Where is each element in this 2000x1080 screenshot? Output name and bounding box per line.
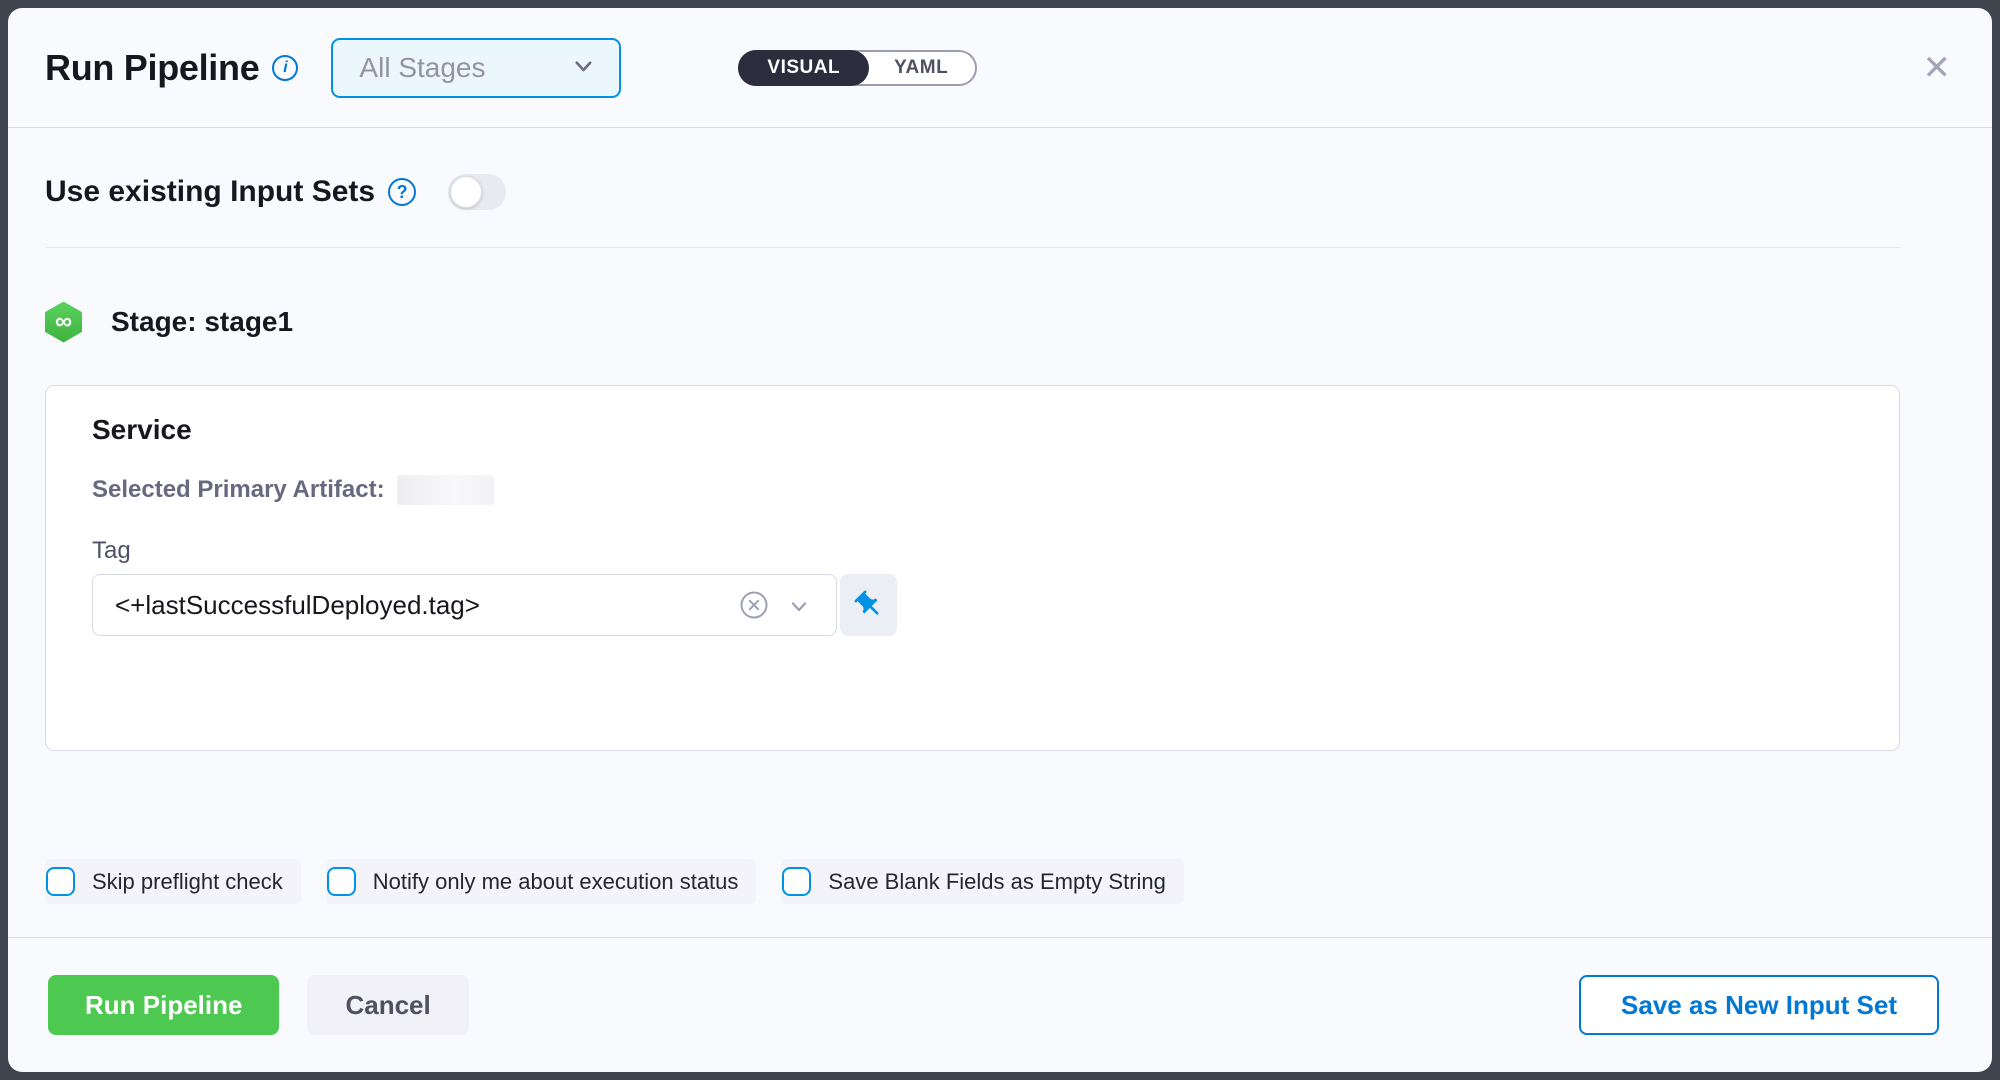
stage-selector-dropdown[interactable]: All Stages bbox=[331, 38, 621, 98]
info-icon[interactable]: i bbox=[272, 55, 298, 81]
tag-input-wrap bbox=[92, 574, 837, 636]
deploy-stage-icon: ∞ bbox=[45, 302, 82, 343]
stage-selector-value: All Stages bbox=[359, 52, 570, 84]
visual-yaml-toggle: VISUAL YAML bbox=[738, 50, 977, 86]
save-as-new-input-set-button[interactable]: Save as New Input Set bbox=[1579, 975, 1939, 1035]
tab-visual[interactable]: VISUAL bbox=[738, 50, 869, 86]
selected-artifact-value-redacted bbox=[397, 475, 494, 505]
run-pipeline-button[interactable]: Run Pipeline bbox=[48, 975, 279, 1035]
stage-row: ∞ Stage: stage1 bbox=[45, 302, 1900, 342]
option-label: Skip preflight check bbox=[92, 869, 283, 895]
input-sets-toggle-switch[interactable] bbox=[448, 174, 506, 210]
option-skip-preflight[interactable]: Skip preflight check bbox=[45, 859, 301, 904]
option-save-blank-fields[interactable]: Save Blank Fields as Empty String bbox=[781, 859, 1183, 904]
cancel-button[interactable]: Cancel bbox=[307, 975, 468, 1035]
stage-heading: Stage: stage1 bbox=[111, 306, 293, 338]
modal-footer: Run Pipeline Cancel Save as New Input Se… bbox=[8, 937, 1992, 1072]
use-existing-input-sets-label: Use existing Input Sets bbox=[45, 175, 375, 209]
checkbox[interactable] bbox=[46, 867, 75, 896]
run-pipeline-modal: Run Pipeline i All Stages VISUAL YAML ✕ … bbox=[8, 8, 1992, 1072]
toggle-knob bbox=[450, 176, 482, 208]
use-existing-input-sets-row: Use existing Input Sets ? bbox=[45, 170, 1900, 214]
clear-icon[interactable] bbox=[739, 590, 769, 620]
selected-artifact-row: Selected Primary Artifact: bbox=[92, 474, 1853, 506]
tag-label: Tag bbox=[92, 536, 1853, 566]
modal-header: Run Pipeline i All Stages VISUAL YAML ✕ bbox=[8, 8, 1992, 128]
option-label: Save Blank Fields as Empty String bbox=[828, 869, 1165, 895]
close-icon[interactable]: ✕ bbox=[1919, 47, 1956, 89]
modal-backdrop: Run Pipeline i All Stages VISUAL YAML ✕ … bbox=[0, 0, 2000, 1080]
service-heading: Service bbox=[92, 412, 1853, 448]
modal-body: Use existing Input Sets ? ∞ Stage: stage… bbox=[8, 128, 1992, 937]
option-label: Notify only me about execution status bbox=[373, 869, 739, 895]
tag-input[interactable] bbox=[92, 574, 837, 636]
run-options-row: Skip preflight check Notify only me abou… bbox=[45, 859, 1900, 904]
service-card: Service Selected Primary Artifact: Tag bbox=[45, 385, 1900, 751]
option-notify-only-me[interactable]: Notify only me about execution status bbox=[326, 859, 757, 904]
pin-icon[interactable] bbox=[840, 574, 897, 636]
section-divider bbox=[45, 247, 1900, 248]
checkbox[interactable] bbox=[782, 867, 811, 896]
checkbox[interactable] bbox=[327, 867, 356, 896]
page-title: Run Pipeline bbox=[45, 47, 259, 89]
tab-yaml[interactable]: YAML bbox=[867, 52, 975, 84]
chevron-down-icon bbox=[570, 52, 597, 84]
selected-artifact-label: Selected Primary Artifact: bbox=[92, 476, 385, 504]
chevron-down-icon[interactable] bbox=[787, 594, 811, 618]
tag-row bbox=[92, 574, 1853, 636]
help-icon[interactable]: ? bbox=[388, 178, 416, 206]
